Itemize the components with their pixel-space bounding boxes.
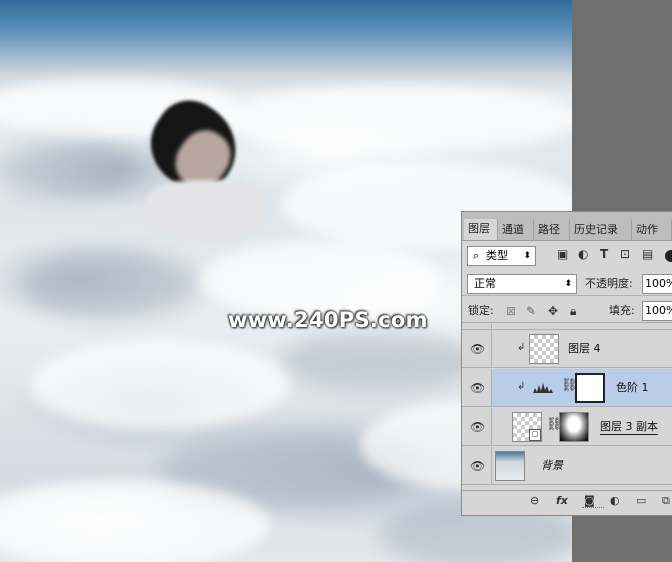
link-icon[interactable]: ⊖ [530, 494, 539, 508]
layer-row[interactable]: 👁︎ ▢ ⛓︎ 图层 3 副本 [462, 408, 672, 446]
visibility-eye-icon[interactable]: 👁︎ [470, 342, 485, 356]
adjustment-icon[interactable]: ◐ [610, 494, 620, 508]
clipping-mask-icon: ↲ [517, 381, 526, 392]
layer-row[interactable]: 👁︎ 背景 [462, 447, 672, 485]
folder-icon[interactable]: ▭ [636, 494, 646, 508]
filter-type-select[interactable]: ⌕ 类型 ⬍ [467, 246, 536, 266]
tab-channels[interactable]: 通道 [498, 220, 534, 240]
fill-field[interactable]: 100% [642, 301, 672, 321]
cloud-shadow [280, 330, 480, 390]
mask-icon[interactable]: ◙ [584, 494, 595, 508]
adjustment-filter-icon[interactable]: ◐ [578, 244, 588, 264]
smart-object-thumbnail: ▢ [512, 412, 542, 442]
blend-toolbar: 正常 ⬍ 不透明度: 100% [462, 272, 672, 296]
tab-actions[interactable]: 动作 [632, 220, 672, 240]
smart-object-badge-icon: ▢ [529, 429, 541, 441]
layer-row[interactable]: 👁︎ ↲ ⛓︎ 色阶 1 [462, 369, 672, 407]
smart-object-filter-icon[interactable]: ▤ [642, 244, 653, 264]
lock-move-icon[interactable]: ✥ [548, 301, 558, 321]
layer-name[interactable]: 图层 4 [568, 342, 601, 356]
visibility-eye-icon[interactable]: 👁︎ [470, 459, 485, 473]
lock-brush-icon[interactable]: ✎ [526, 301, 536, 321]
opacity-field[interactable]: 100% [642, 274, 672, 294]
dropdown-arrow-icon: ⬍ [523, 251, 531, 261]
layer-name[interactable]: 背景 [541, 459, 563, 473]
filter-toggle-icon[interactable] [665, 250, 672, 262]
layer-thumbnail [529, 334, 559, 364]
layer-thumbnail [495, 451, 525, 481]
shape-filter-icon[interactable]: ⊡ [620, 244, 630, 264]
layer-name[interactable]: 色阶 1 [616, 381, 649, 395]
layers-panel: 图层 通道 路径 历史记录 动作 ⌕ 类型 ⬍ ▣ ◐ T ⊡ ▤ 正常 ⬍ 不… [461, 211, 672, 516]
opacity-label: 不透明度: [585, 277, 633, 290]
fx-icon[interactable]: fx [556, 494, 568, 508]
filter-toolbar: ⌕ 类型 ⬍ ▣ ◐ T ⊡ ▤ [462, 244, 672, 270]
tab-history[interactable]: 历史记录 [570, 220, 632, 240]
watermark-text: www.240PS.com [228, 308, 428, 332]
cloud-shadow [0, 140, 140, 200]
levels-adjustment-icon [533, 383, 553, 393]
sleeping-woman-photo [134, 87, 280, 250]
blend-mode-select[interactable]: 正常 ⬍ [467, 274, 577, 294]
lock-transparent-icon[interactable]: ⊠ [506, 301, 516, 321]
search-icon: ⌕ [473, 249, 480, 262]
layer-mask-thumbnail[interactable] [559, 412, 589, 442]
cloud-shadow [20, 250, 200, 320]
cloud [30, 340, 290, 430]
lock-toolbar: 锁定: ⊠ ✎ ✥ 🔒︎ 填充: 100% [462, 299, 672, 323]
tab-layers[interactable]: 图层 [464, 219, 498, 240]
blend-mode-value: 正常 [474, 277, 496, 290]
tab-paths[interactable]: 路径 [534, 220, 570, 240]
lock-label: 锁定: [468, 304, 494, 317]
clipping-mask-icon: ↲ [517, 342, 526, 353]
visibility-eye-icon[interactable]: 👁︎ [470, 381, 485, 395]
panel-tab-bar: 图层 通道 路径 历史记录 动作 [462, 212, 672, 241]
lock-all-icon[interactable]: 🔒︎ [570, 301, 576, 321]
visibility-eye-icon[interactable]: 👁︎ [470, 420, 485, 434]
panel-footer: ⊖ fx ◙ ◐ ▭ ⧉ [462, 490, 672, 513]
resize-grip[interactable] [582, 507, 604, 510]
layer-mask-thumbnail[interactable] [575, 373, 605, 403]
filter-type-label: 类型 [486, 249, 508, 262]
fill-label: 填充: [609, 304, 635, 317]
type-filter-icon[interactable]: T [600, 244, 608, 264]
dropdown-arrow-icon: ⬍ [564, 279, 572, 289]
layer-name[interactable]: 图层 3 副本 [600, 420, 658, 435]
layer-row[interactable]: 👁︎ ↲ 图层 4 [462, 330, 672, 368]
new-layer-icon[interactable]: ⧉ [662, 494, 670, 508]
pixel-filter-icon[interactable]: ▣ [557, 244, 568, 264]
